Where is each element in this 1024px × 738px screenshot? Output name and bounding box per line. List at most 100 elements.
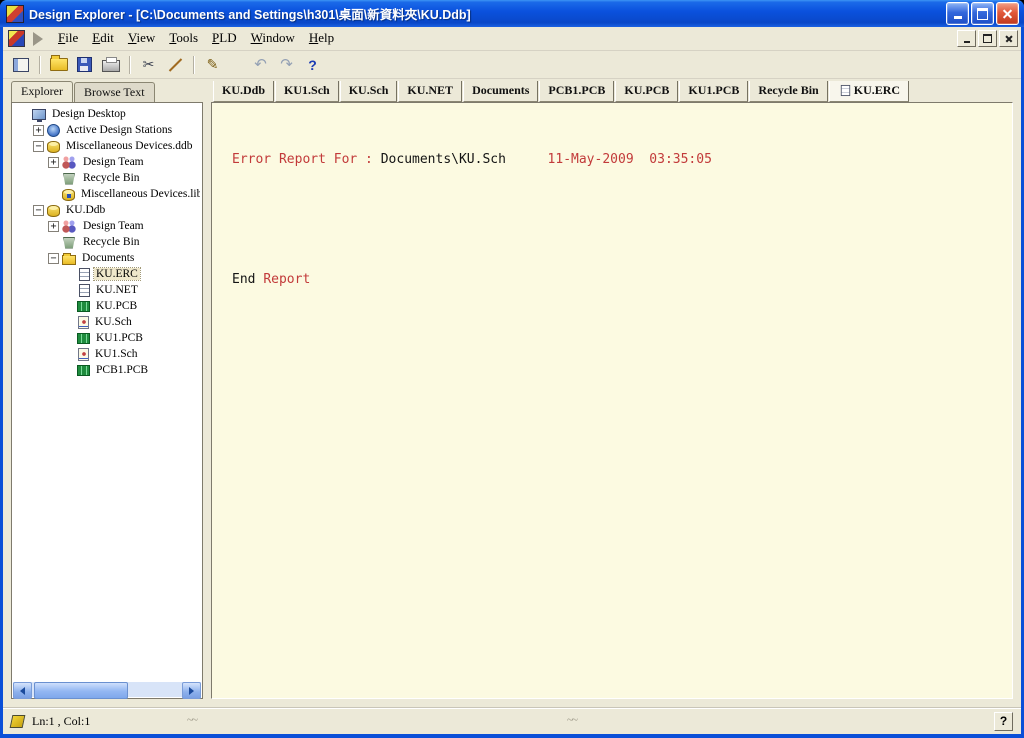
wire-button[interactable] (162, 53, 187, 76)
menu-edit[interactable]: Edit (85, 28, 121, 49)
collapse-icon[interactable]: − (33, 141, 44, 152)
tree-item-miscellaneous-devices-ddb[interactable]: − Miscellaneous Devices.ddb (14, 138, 200, 154)
menu-pld[interactable]: PLD (205, 28, 244, 49)
folder-icon (62, 255, 76, 265)
scrollbar-track[interactable] (32, 682, 182, 697)
team-icon (62, 219, 77, 233)
panel-tab-explorer[interactable]: Explorer (11, 81, 73, 102)
tree-container: Design Desktop +Active Design Stations − Mi… (11, 102, 203, 699)
close-button[interactable] (996, 2, 1019, 25)
tree-item-label: Design Desktop (50, 108, 128, 120)
title-bar[interactable]: Design Explorer - [C:\Documents and Sett… (0, 0, 1024, 27)
save-button[interactable] (72, 53, 97, 76)
tree-item-recycle-bin[interactable]: Recycle Bin (14, 234, 200, 250)
collapse-icon[interactable]: − (33, 205, 44, 216)
collapse-icon[interactable]: − (48, 253, 59, 264)
help-button[interactable]: ? (994, 712, 1013, 731)
minimize-button[interactable] (946, 2, 969, 25)
menu-tools[interactable]: Tools (162, 28, 205, 49)
scroll-left-button[interactable] (13, 682, 32, 699)
tree-item-ku-net[interactable]: KU.NET (14, 282, 200, 298)
menu-view[interactable]: View (121, 28, 162, 49)
tree-item-ku-pcb[interactable]: KU.PCB (14, 298, 200, 314)
menu-window[interactable]: Window (244, 28, 302, 49)
menu-arrow-icon (33, 32, 43, 46)
window-title: Design Explorer - [C:\Documents and Sett… (29, 4, 944, 23)
wire-icon (167, 57, 182, 72)
cut-button[interactable]: ✂ (136, 53, 161, 76)
expand-icon[interactable]: + (33, 125, 44, 136)
panel-tab-browse-text[interactable]: Browse Text (74, 82, 155, 102)
tree-item-label: Miscellaneous Devices.ddb (64, 140, 194, 152)
mdi-close-button[interactable] (999, 30, 1018, 47)
database-icon (47, 205, 60, 217)
pencil-button[interactable]: ✎ (200, 53, 225, 76)
tree: Design Desktop +Active Design Stations − Mi… (14, 106, 200, 680)
undo-button[interactable]: ↶ (248, 53, 273, 76)
tree-item-pcb1-pcb[interactable]: PCB1.PCB (14, 362, 200, 378)
app-icon (6, 5, 24, 23)
document-tab-label: KU.PCB (624, 83, 669, 98)
mdi-minimize-button[interactable] (957, 30, 976, 47)
help-button[interactable]: ? (300, 53, 325, 76)
expand-icon[interactable]: + (48, 157, 59, 168)
document-tabs: KU.DdbKU1.SchKU.SchKU.NETDocumentsPCB1.P… (211, 81, 1013, 102)
explorer-toggle-button[interactable] (8, 53, 33, 76)
sch-icon (78, 348, 89, 361)
document-tab-ku-pcb[interactable]: KU.PCB (615, 81, 678, 102)
editor-keyword: Error Report For (232, 152, 357, 167)
tree-item-active-design-stations[interactable]: +Active Design Stations (14, 122, 200, 138)
open-folder-button[interactable] (46, 53, 71, 76)
editor-line-1: Error Report For : Documents\KU.Sch11-Ma… (232, 150, 1004, 170)
scroll-right-button[interactable] (182, 682, 201, 699)
tree-item-label: Miscellaneous Devices.lib (79, 188, 200, 200)
toolbar: ✂ ✎ ↶ ↷? (3, 51, 1021, 79)
print-button[interactable] (98, 53, 123, 76)
document-tab-ku1-pcb[interactable]: KU1.PCB (679, 81, 748, 102)
text-editor[interactable]: Error Report For : Documents\KU.Sch11-Ma… (211, 102, 1013, 699)
tree-item-ku-sch[interactable]: KU.Sch (14, 314, 200, 330)
tree-item-design-team[interactable]: +Design Team (14, 154, 200, 170)
database-icon (47, 141, 60, 153)
tree-item-documents[interactable]: −Documents (14, 250, 200, 266)
document-tab-label: Recycle Bin (758, 83, 818, 98)
tree-item-ku1-pcb[interactable]: KU1.PCB (14, 330, 200, 346)
tree-item-ku-erc[interactable]: KU.ERC (14, 266, 200, 282)
close-icon (1002, 8, 1013, 19)
document-tab-documents[interactable]: Documents (463, 81, 538, 102)
document-region: KU.DdbKU1.SchKU.SchKU.NETDocumentsPCB1.P… (211, 81, 1013, 699)
document-icon (841, 85, 850, 96)
tree-item-design-team[interactable]: +Design Team (14, 218, 200, 234)
application-window: Design Explorer - [C:\Documents and Sett… (0, 0, 1024, 738)
explorer-toggle-icon (13, 58, 29, 72)
maximize-button[interactable] (971, 2, 994, 25)
tree-item-miscellaneous-devices-lib[interactable]: Miscellaneous Devices.lib (14, 186, 200, 202)
tree-item-ku1-sch[interactable]: KU1.Sch (14, 346, 200, 362)
document-window-icon[interactable] (8, 30, 25, 47)
minimize-icon (954, 16, 962, 19)
redo-icon: ↷ (280, 57, 293, 72)
menu-help[interactable]: Help (302, 28, 341, 49)
splitter-grip[interactable]: ~~ (567, 714, 577, 726)
document-tab-recycle-bin[interactable]: Recycle Bin (749, 81, 827, 102)
tree-item-ku-ddb[interactable]: −KU.Ddb (14, 202, 200, 218)
mdi-restore-button[interactable] (978, 30, 997, 47)
document-tab-ku-erc[interactable]: KU.ERC (829, 81, 909, 102)
scrollbar-thumb[interactable] (34, 682, 128, 699)
editor-date: 11-May-2009 03:35:05 (548, 152, 712, 167)
cut-icon: ✂ (143, 58, 155, 72)
document-tab-ku-net[interactable]: KU.NET (398, 81, 462, 102)
document-tab-ku-ddb[interactable]: KU.Ddb (213, 81, 274, 102)
document-tab-ku1-sch[interactable]: KU1.Sch (275, 81, 339, 102)
tree-item-recycle-bin[interactable]: Recycle Bin (14, 170, 200, 186)
tree-item-label: PCB1.PCB (94, 364, 150, 376)
expand-icon[interactable]: + (48, 221, 59, 232)
tree-item-design-desktop[interactable]: Design Desktop (14, 106, 200, 122)
splitter-grip[interactable]: ~~ (187, 714, 197, 726)
horizontal-scrollbar[interactable] (13, 682, 201, 697)
mdi-restore-icon (983, 34, 992, 43)
redo-button[interactable]: ↷ (274, 53, 299, 76)
menu-file[interactable]: File (51, 28, 85, 49)
document-tab-ku-sch[interactable]: KU.Sch (340, 81, 398, 102)
document-tab-pcb1-pcb[interactable]: PCB1.PCB (539, 81, 614, 102)
